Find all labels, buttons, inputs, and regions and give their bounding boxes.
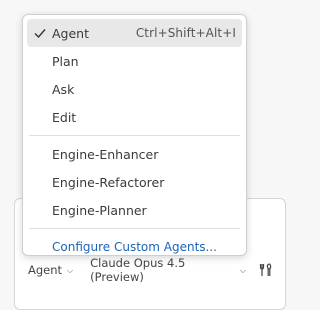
menu-item-label: Ask	[52, 81, 75, 97]
menu-separator	[29, 135, 240, 136]
menu-separator	[29, 228, 240, 229]
menu-item-label: Edit	[52, 109, 77, 125]
configure-custom-agents-link[interactable]: Configure Custom Agents...	[27, 233, 242, 261]
configure-custom-agents-label: Configure Custom Agents...	[52, 240, 217, 254]
chevron-down-icon: ⌵	[67, 265, 74, 275]
tools-button[interactable]	[259, 263, 273, 277]
menu-item-agent[interactable]: Agent Ctrl+Shift+Alt+I	[27, 19, 242, 47]
tools-icon	[259, 263, 272, 276]
chevron-down-icon: ⌵	[239, 265, 246, 275]
menu-item-label: Agent	[52, 25, 89, 41]
menu-item-label: Engine-Planner	[52, 202, 147, 218]
menu-item-engine-planner[interactable]: Engine-Planner	[27, 196, 242, 224]
menu-item-label: Engine-Enhancer	[52, 146, 159, 162]
menu-item-edit[interactable]: Edit	[27, 103, 242, 131]
menu-item-engine-enhancer[interactable]: Engine-Enhancer	[27, 140, 242, 168]
menu-item-plan[interactable]: Plan	[27, 47, 242, 75]
agent-mode-menu: Agent Ctrl+Shift+Alt+I Plan Ask Edit Eng…	[22, 14, 247, 256]
chat-input-toolbar: Agent ⌵ Claude Opus 4.5 (Preview) ⌵	[28, 256, 273, 284]
menu-item-engine-refactorer[interactable]: Engine-Refactorer	[27, 168, 242, 196]
mode-picker-button[interactable]: Agent ⌵	[28, 263, 73, 277]
mode-picker-label: Agent	[28, 263, 63, 277]
keyboard-shortcut: Ctrl+Shift+Alt+I	[135, 26, 236, 40]
menu-item-ask[interactable]: Ask	[27, 75, 242, 103]
menu-item-label: Plan	[52, 53, 79, 69]
check-icon	[34, 29, 46, 39]
menu-item-label: Engine-Refactorer	[52, 174, 165, 190]
